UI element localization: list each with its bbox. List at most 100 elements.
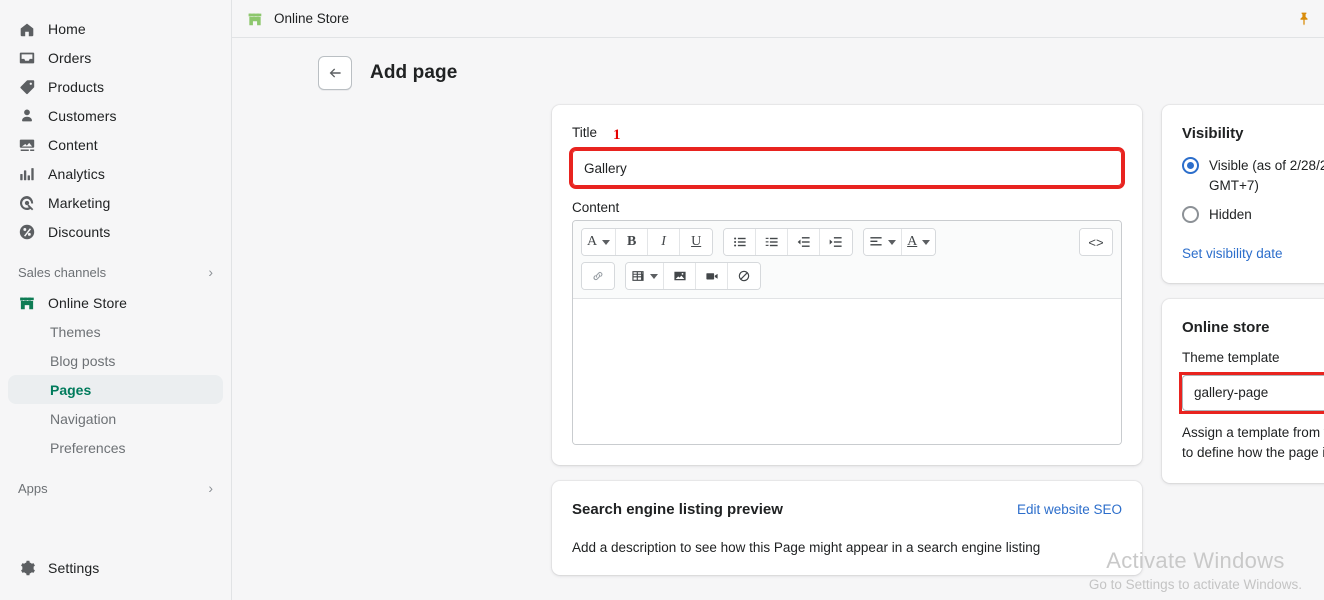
seo-header: Search engine listing preview Edit websi… [572, 501, 1122, 518]
page-details-card: Title 1 Content A [552, 105, 1142, 465]
bullet-list-icon[interactable] [724, 229, 757, 255]
sidebar-item-label: Content [48, 136, 98, 153]
content-label: Content [572, 200, 620, 215]
seo-title: Search engine listing preview [572, 501, 783, 518]
seo-card: Search engine listing preview Edit websi… [552, 481, 1142, 575]
chevron-down-icon [888, 239, 897, 245]
chevron-down-icon [922, 239, 931, 245]
sidebar-item-pages[interactable]: Pages [8, 375, 223, 404]
sidebar-item-label: Analytics [48, 165, 105, 182]
content-columns: Title 1 Content A [232, 90, 1324, 575]
sidebar-item-preferences[interactable]: Preferences [8, 433, 223, 462]
seo-description: Add a description to see how this Page m… [572, 540, 1041, 555]
chevron-down-icon [650, 273, 658, 279]
clear-formatting-icon[interactable] [728, 263, 760, 289]
radio-visible[interactable] [1182, 157, 1199, 174]
toolbar-group-link [581, 262, 615, 290]
right-column: Visibility Visible (as of 2/28/2023, 3:1… [1162, 105, 1324, 575]
section-label: Sales channels [18, 264, 107, 280]
topbar-left: Online Store [246, 10, 349, 28]
sidebar-settings-row: Settings [0, 553, 232, 582]
sidebar-item-marketing[interactable]: Marketing [8, 188, 223, 217]
visibility-title: Visibility [1182, 125, 1244, 142]
outdent-icon[interactable] [788, 229, 821, 255]
font-style-icon[interactable]: A [582, 229, 617, 255]
toolbar-row-2 [581, 262, 1113, 290]
visibility-option-hidden[interactable]: Hidden [1182, 205, 1324, 225]
code-view-icon[interactable]: <> [1080, 229, 1112, 255]
bold-icon[interactable]: B [616, 229, 649, 255]
sidebar-item-orders[interactable]: Orders [8, 43, 223, 72]
sidebar-item-navigation[interactable]: Navigation [8, 404, 223, 433]
sidebar-item-home[interactable]: Home [8, 14, 223, 43]
content-editor-body[interactable] [573, 299, 1121, 444]
sidebar-subitem-label: Preferences [50, 439, 126, 456]
chevron-down-icon [602, 239, 611, 245]
visibility-hidden-label: Hidden [1209, 207, 1252, 223]
sidebar-item-analytics[interactable]: Analytics [8, 159, 223, 188]
toolbar-group-lists [723, 228, 854, 256]
back-button[interactable] [318, 56, 352, 90]
analytics-bars-icon [18, 165, 36, 183]
sidebar-subitem-label: Navigation [50, 410, 117, 427]
insert-video-icon[interactable] [696, 263, 728, 289]
theme-template-help-text: Assign a template from your current them… [1182, 424, 1324, 460]
toolbar-group-align: A [863, 228, 937, 256]
toolbar-group-insert [625, 262, 761, 290]
online-store-icon [18, 294, 36, 312]
marketing-target-icon [18, 194, 36, 212]
text-color-icon[interactable]: A [902, 229, 936, 255]
sidebar-section-apps[interactable]: Apps › [8, 476, 223, 500]
title-label: Title [572, 125, 598, 140]
pin-icon[interactable] [1296, 11, 1312, 27]
edit-website-seo-link[interactable]: Edit website SEO [1017, 502, 1122, 517]
main-area: Online Store Add page Title 1 Gallery Co… [232, 0, 1324, 600]
content-image-icon [18, 136, 36, 154]
text-color-glyph: A [907, 234, 918, 249]
toolbar-group-text: A B I U [581, 228, 714, 256]
sidebar-item-themes[interactable]: Themes [8, 317, 223, 346]
title-label-row: Title 1 [572, 125, 1122, 145]
topbar: Online Store [232, 0, 1324, 38]
sidebar-item-blog-posts[interactable]: Blog posts [8, 346, 223, 375]
align-left-icon[interactable] [864, 229, 903, 255]
sidebar-item-label: Online Store [48, 294, 128, 311]
content-editor: A B I U A <> [572, 220, 1122, 445]
topbar-title: Online Store [274, 11, 350, 26]
sidebar-item-label: Settings [48, 559, 100, 576]
sidebar-item-content[interactable]: Content [8, 130, 223, 159]
annotation-marker-1: 1 [613, 126, 621, 143]
sidebar-item-products[interactable]: Products [8, 72, 223, 101]
theme-template-select[interactable]: gallery-page [1182, 374, 1324, 411]
theme-template-label-row: Theme template 2 [1182, 350, 1324, 370]
gear-icon [18, 559, 36, 577]
italic-icon[interactable]: I [648, 229, 681, 255]
chevron-right-icon: › [208, 480, 213, 496]
chevron-right-icon: › [208, 264, 213, 280]
title-input[interactable] [569, 147, 1125, 189]
set-visibility-date-link[interactable]: Set visibility date [1182, 246, 1283, 261]
sidebar-item-settings[interactable]: Settings [8, 553, 224, 582]
underline-icon[interactable]: U [680, 229, 713, 255]
numbered-list-icon[interactable] [756, 229, 789, 255]
link-icon[interactable] [582, 263, 614, 289]
radio-hidden[interactable] [1182, 206, 1199, 224]
home-icon [18, 20, 36, 38]
sidebar-item-customers[interactable]: Customers [8, 101, 223, 130]
sidebar-item-discounts[interactable]: Discounts [8, 217, 223, 246]
watermark-line-2: Go to Settings to activate Windows. [1088, 577, 1302, 592]
products-tag-icon [18, 78, 36, 96]
table-icon[interactable] [626, 263, 664, 289]
shopify-admin-window: Home Orders Products Customers Content A… [0, 0, 1324, 600]
insert-image-icon[interactable] [664, 263, 696, 289]
sidebar: Home Orders Products Customers Content A… [0, 0, 232, 600]
sidebar-subitem-label: Themes [50, 323, 101, 340]
italic-glyph: I [661, 234, 666, 249]
indent-icon[interactable] [820, 229, 853, 255]
customers-person-icon [18, 107, 36, 125]
online-store-card-title: Online store [1182, 318, 1270, 336]
sidebar-section-sales-channels[interactable]: Sales channels › [8, 260, 223, 284]
visibility-option-visible[interactable]: Visible (as of 2/28/2023, 3:14 PM GMT+7) [1182, 156, 1324, 195]
sidebar-item-online-store[interactable]: Online Store [8, 288, 223, 317]
visibility-card: Visibility Visible (as of 2/28/2023, 3:1… [1162, 105, 1324, 283]
